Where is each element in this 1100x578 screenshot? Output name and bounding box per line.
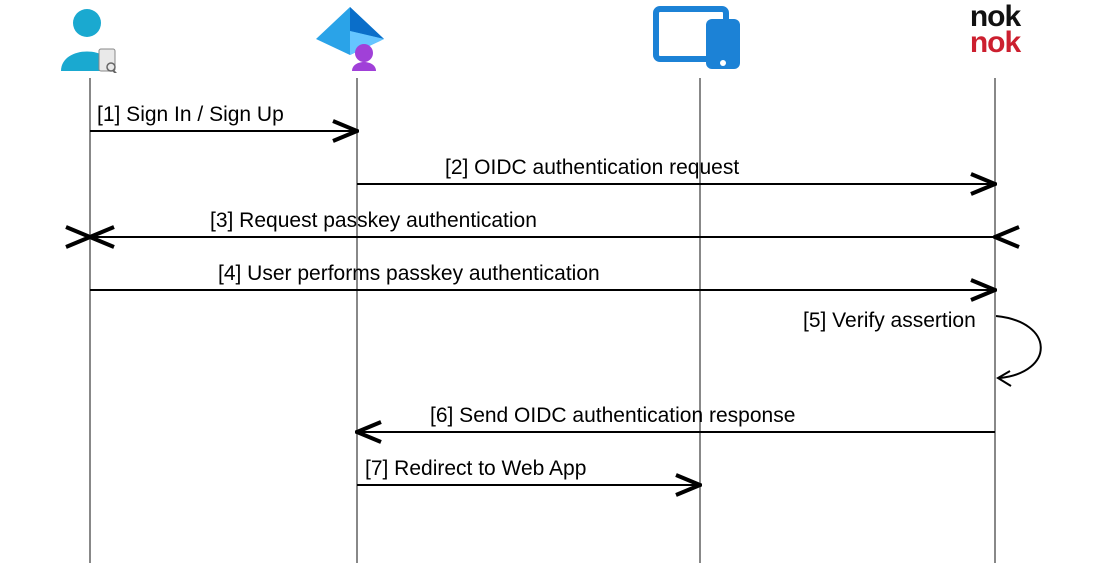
lifeline-user [89, 78, 91, 563]
lifeline-noknok [994, 78, 996, 563]
device-icon [652, 5, 748, 71]
sequence-diagram: nok nok [1] S [0, 0, 1100, 578]
msg-7-label: [7] Redirect to Web App [365, 457, 586, 481]
message-arrows [0, 0, 1100, 578]
msg-5-label: [5] Verify assertion [803, 309, 976, 333]
actor-noknok: nok nok [935, 4, 1055, 55]
actor-user [30, 5, 150, 73]
azure-b2c-icon [314, 5, 400, 73]
msg-6-label: [6] Send OIDC authentication response [430, 404, 795, 428]
noknok-logo: nok nok [935, 4, 1055, 55]
msg-2-label: [2] OIDC authentication request [445, 156, 739, 180]
actor-device [640, 5, 760, 71]
lifeline-device [699, 78, 701, 563]
msg-4-label: [4] User performs passkey authentication [218, 262, 600, 286]
msg-1-label: [1] Sign In / Sign Up [97, 103, 284, 127]
lifeline-idp [356, 78, 358, 563]
user-icon [55, 5, 125, 73]
msg-3-label: [3] Request passkey authentication [210, 209, 537, 233]
actor-idp [297, 5, 417, 73]
noknok-logo-line2: nok [935, 30, 1055, 56]
